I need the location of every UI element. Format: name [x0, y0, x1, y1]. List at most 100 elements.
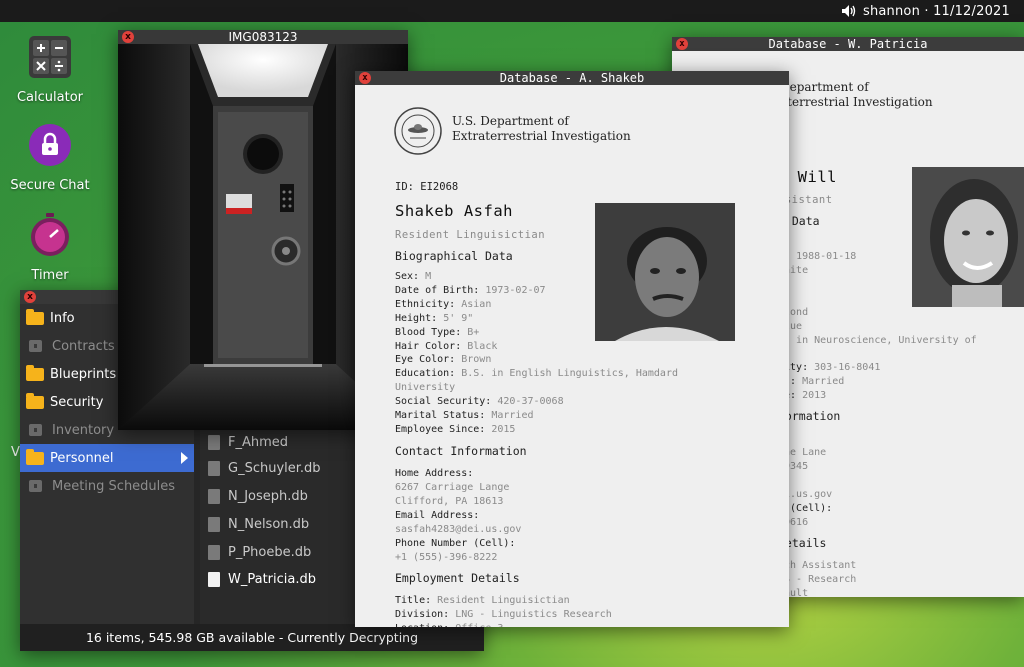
email-value: sasfah4283@dei.us.gov [395, 524, 521, 535]
employment-field: ES - Research [778, 574, 856, 585]
employment-field: rch Assistant [778, 560, 856, 571]
sidebar-item-label: Security [50, 394, 104, 410]
field-value: 2013 [802, 390, 827, 401]
bio-field: Employee Since: 2015 [395, 424, 515, 435]
locked-folder-icon [29, 480, 42, 492]
field-value: rch Assistant [778, 560, 857, 571]
user-date[interactable]: shannon · 11/12/2021 [863, 4, 1010, 19]
locked-folder-icon [29, 424, 42, 436]
window-title: IMG083123 [228, 30, 298, 44]
secure-chat-desktop-icon[interactable]: Secure Chat [0, 122, 100, 193]
field-value: Asian [461, 298, 492, 310]
field-label: Marital Status: [395, 410, 486, 421]
bio-field: Social Security: 420-37-0068 [395, 396, 564, 407]
patricia-titlebar[interactable]: x Database - W. Patricia [672, 37, 1024, 51]
field-value: Married [491, 410, 534, 421]
bio-field: rity: 303-16-8041 [778, 362, 880, 373]
shakeb-titlebar[interactable]: x Database - A. Shakeb [355, 71, 789, 85]
bio-heading: Biographical Data [395, 249, 513, 263]
close-icon[interactable]: x [359, 72, 371, 84]
field-value: Resident Linguisictian [437, 595, 570, 606]
bio-field: Sex: M [395, 271, 431, 282]
timer-label: Timer [31, 268, 69, 283]
username: shannon [862, 3, 921, 19]
shakeb-document: U.S. Department of Extraterrestrial Inve… [355, 85, 789, 627]
field-value: 6267 Carriage Lange [395, 482, 510, 493]
file-item[interactable]: N_Joseph.db [208, 485, 308, 507]
field-value: 1973-02-07 [485, 284, 546, 296]
bio-field: Marital Status: Married [395, 410, 534, 421]
file-item[interactable]: G_Schuyler.db [208, 457, 321, 479]
folder-icon [26, 392, 44, 409]
field-value: Clifford, PA 18613 [395, 496, 504, 507]
sidebar-item-label: Contracts [52, 338, 115, 354]
locked-file-icon [208, 516, 220, 532]
secure-chat-label: Secure Chat [10, 178, 90, 193]
field-value: ES - Research [778, 574, 857, 585]
sidebar-item-meeting-schedules[interactable]: Meeting Schedules [20, 472, 194, 500]
image-viewer-titlebar[interactable]: x IMG083123 [118, 30, 408, 44]
field-value: 2015 [491, 423, 516, 435]
field-label: Eye Color: [395, 354, 456, 366]
employee-name: Shakeb Asfah [395, 202, 513, 220]
file-name: W_Patricia.db [228, 571, 316, 587]
field-value: B.S. in English Linguistics, Hamdard [461, 368, 678, 380]
close-icon[interactable]: x [122, 31, 134, 43]
field-label: Home Address: [395, 468, 474, 479]
home-address-line-2: Clifford, PA 18613 [395, 496, 503, 507]
department-seal-icon [394, 107, 442, 155]
folder-icon [26, 364, 44, 381]
employee-role: Resident Linguisictian [395, 229, 546, 241]
field-value: Brown [461, 354, 492, 366]
status-bar: 16 items, 545.98 GB available - Currentl… [20, 624, 484, 651]
bio-field: Date of Birth: 1973-02-07 [395, 285, 546, 296]
department-heading: U.S. Department of Extraterrestrial Inve… [452, 114, 631, 144]
sidebar-item-label: Personnel [50, 450, 114, 466]
file-item[interactable]: W_Patricia.db [208, 568, 316, 590]
calculator-label: Calculator [16, 90, 83, 105]
field-value: 1988-01-18 [796, 251, 857, 262]
field-label: Location: [395, 623, 449, 627]
field-label: Hair Color: [395, 340, 462, 352]
field-label: Sex: [395, 271, 420, 282]
file-item[interactable]: F_Ahmed [208, 431, 288, 453]
bio-field: Ethnicity: Asian [395, 299, 491, 310]
timer-desktop-icon[interactable]: Timer [0, 212, 100, 283]
employment-field: Location: Office 3 [395, 623, 503, 627]
calculator-icon [29, 36, 71, 78]
file-name: N_Nelson.db [228, 516, 310, 532]
file-item[interactable]: P_Phoebe.db [208, 541, 311, 563]
partial-desktop-label: V [11, 445, 20, 460]
dept-line-1: U.S. Department of [452, 114, 569, 128]
field-value: University [395, 382, 456, 394]
close-icon[interactable]: x [676, 38, 688, 50]
field-value: Office 3 [455, 623, 503, 627]
dept-line-2: Extraterrestrial Investigation [452, 129, 631, 143]
separator: · [924, 3, 929, 19]
file-item[interactable]: N_Nelson.db [208, 513, 309, 535]
bio-field: Hair Color: Black [395, 341, 497, 352]
sidebar-item-personnel[interactable]: Personnel [20, 444, 194, 472]
date: 11/12/2021 [933, 3, 1010, 19]
calculator-desktop-icon[interactable]: Calculator [0, 34, 100, 105]
volume-icon[interactable] [841, 4, 857, 18]
close-icon[interactable]: x [24, 291, 36, 303]
field-label: Blood Type: [395, 326, 462, 338]
file-name: P_Phoebe.db [228, 544, 312, 560]
field-label: Ethnicity: [395, 298, 456, 310]
bio-field: S. in Neuroscience, University of [778, 335, 977, 346]
home-address-label: Home Address: [395, 468, 473, 479]
field-label: Education: [395, 368, 456, 380]
lock-chat-icon [29, 124, 71, 166]
sidebar-item-label: Info [50, 310, 75, 326]
employment-field: Division: LNG - Linguistics Research [395, 609, 612, 620]
bio-field: Education: B.S. in English Linguistics, … [395, 368, 678, 379]
contact-heading: Contact Information [395, 444, 527, 458]
window-title: Database - W. Patricia [768, 37, 928, 51]
folder-icon [26, 448, 44, 465]
dept-line-2: aterrestrial Investigation [780, 95, 933, 109]
field-label: Title: [395, 595, 432, 606]
document-icon [208, 571, 220, 587]
field-label: Employee Since: [395, 423, 486, 435]
email-label: Email Address: [395, 510, 479, 521]
